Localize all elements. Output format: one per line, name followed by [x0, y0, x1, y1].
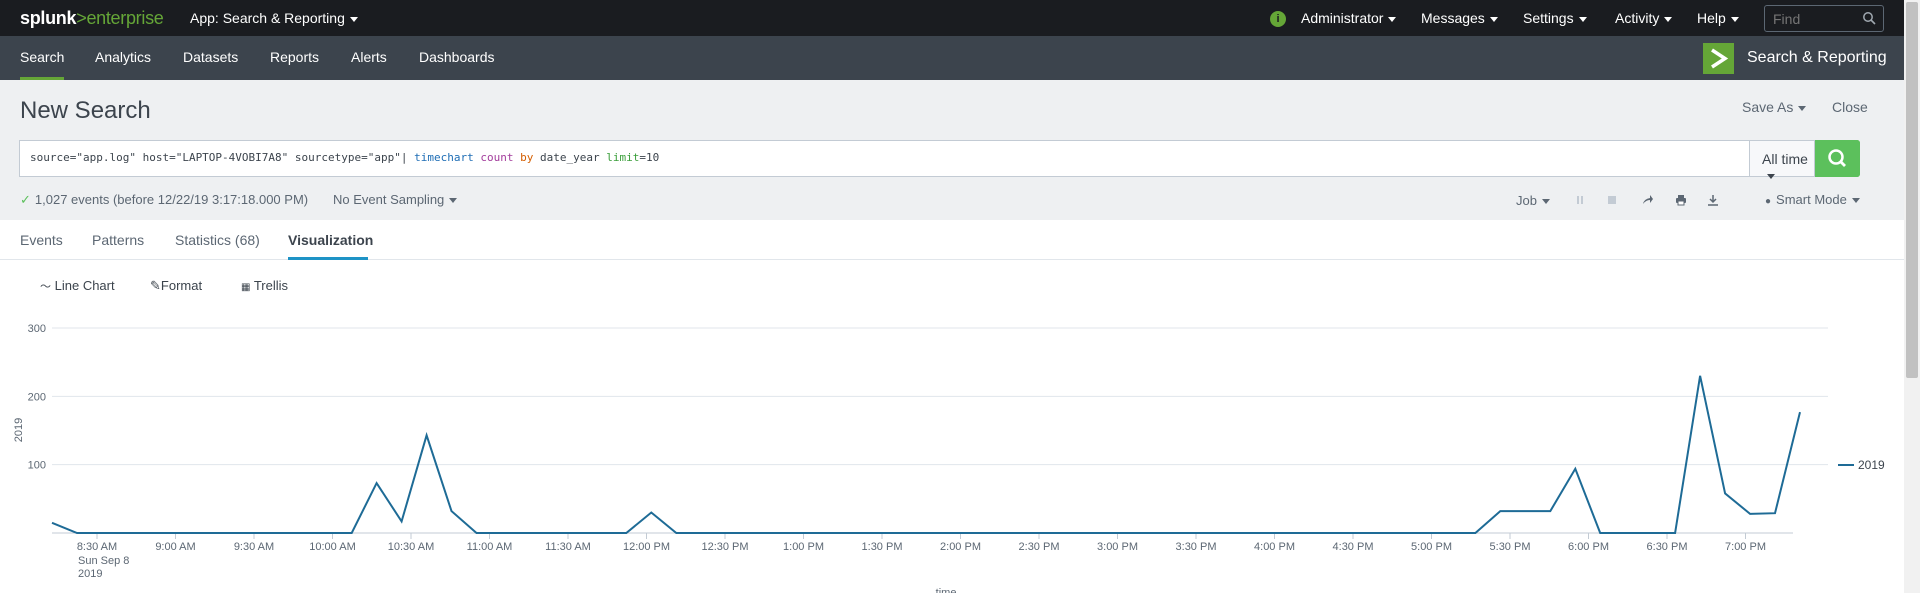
x-tick-label-19: 6:00 PM [1568, 541, 1609, 553]
x-tick-label-10: 1:30 PM [862, 541, 903, 553]
y-tick-label-2: 300 [28, 323, 46, 335]
x-tick-label-20: 6:30 PM [1647, 541, 1688, 553]
x-tick-label-15: 4:00 PM [1254, 541, 1295, 553]
y-tick-label-0: 100 [28, 460, 46, 472]
messages-menu[interactable]: Messages [1421, 10, 1498, 26]
x-tick-label-8: 12:30 PM [701, 541, 748, 553]
x-tick-label-14: 3:30 PM [1176, 541, 1217, 553]
help-menu[interactable]: Help [1697, 10, 1739, 26]
chevron-down-icon [1664, 16, 1673, 22]
tab-visualization[interactable]: Visualization [288, 232, 373, 248]
nav-alerts[interactable]: Alerts [351, 49, 387, 65]
close-button[interactable]: Close [1832, 99, 1868, 115]
x-tick-label-16: 4:30 PM [1333, 541, 1374, 553]
tab-patterns[interactable]: Patterns [92, 232, 144, 248]
chevron-down-icon [1767, 173, 1775, 179]
share-icon[interactable] [1642, 194, 1654, 206]
lightbulb-icon: ● [1765, 196, 1772, 207]
settings-menu[interactable]: Settings [1523, 10, 1587, 26]
x-axis-label: _time [929, 587, 957, 593]
y-axis-label: 2019 [13, 418, 25, 442]
x-tick-label-2: 9:30 AM [234, 541, 274, 553]
global-bar: splunk>enterprise App: Search & Reportin… [0, 0, 1904, 36]
export-icon[interactable] [1707, 194, 1719, 206]
search-input[interactable]: source="app.log" host="LAPTOP-4VOBI7A8" … [19, 140, 1750, 177]
chevron-down-icon [1489, 16, 1498, 22]
event-count-status: ✓ 1,027 events (before 12/22/19 3:17:18.0… [20, 192, 309, 207]
x-tick-label-4: 10:30 AM [388, 541, 434, 553]
x-tick-label-21: 7:00 PM [1725, 541, 1766, 553]
app-title: Search & Reporting [1747, 49, 1887, 66]
line-chart: 100 200 300 2019 8:30 AM 9:00 AM 9:30 AM 10:00 … [13, 323, 1885, 593]
chevron-down-icon [1578, 16, 1587, 22]
x-date-label-0: Sun Sep 8 [78, 555, 129, 567]
chart-type-button[interactable]: 〜 Line Chart [40, 278, 115, 294]
pencil-icon: ✎ [150, 278, 161, 293]
active-tab-indicator [288, 257, 368, 260]
chevron-down-icon [449, 198, 458, 204]
nav-analytics[interactable]: Analytics [95, 49, 151, 65]
print-icon[interactable] [1675, 194, 1687, 206]
x-tick-label-11: 2:00 PM [940, 541, 981, 553]
checkmark-icon: ✓ [20, 192, 31, 207]
series-line-0 [51, 375, 1801, 534]
search-reporting-app-icon [1703, 43, 1734, 74]
line-chart-icon: 〜 [40, 281, 51, 293]
x-tick-label-18: 5:30 PM [1490, 541, 1531, 553]
x-tick-label-13: 3:00 PM [1097, 541, 1138, 553]
search-button[interactable] [1815, 140, 1860, 177]
time-range-picker[interactable]: All time [1750, 140, 1815, 179]
chevron-down-icon [1541, 199, 1550, 205]
pause-icon[interactable] [1574, 194, 1586, 206]
x-tick-label-17: 5:00 PM [1411, 541, 1452, 553]
chevron-down-icon [1388, 16, 1397, 22]
activity-menu[interactable]: Activity [1615, 10, 1673, 26]
x-tick-label-9: 1:00 PM [783, 541, 824, 553]
trellis-button[interactable]: ▦ Trellis [241, 278, 288, 293]
splunk-logo[interactable]: splunk>enterprise [20, 8, 164, 29]
chevron-down-icon [1851, 198, 1860, 204]
search-mode-dropdown[interactable]: ● Smart Mode [1765, 192, 1860, 207]
job-menu[interactable]: Job [1516, 193, 1550, 208]
results-tabs [0, 220, 1904, 260]
x-date-label-1: 2019 [78, 568, 102, 580]
x-tick-label-0: 8:30 AM [77, 541, 117, 553]
administrator-menu[interactable]: Administrator [1301, 10, 1397, 26]
x-tick-label-5: 11:00 AM [467, 541, 513, 553]
legend-label-0: 2019 [1858, 458, 1885, 472]
x-tick-label-3: 10:00 AM [309, 541, 355, 553]
search-icon[interactable] [1862, 11, 1876, 25]
nav-reports[interactable]: Reports [270, 49, 319, 65]
tab-statistics[interactable]: Statistics (68) [175, 232, 260, 248]
search-query[interactable]: source="app.log" host="LAPTOP-4VOBI7A8" … [30, 151, 659, 164]
page-title: New Search [20, 97, 151, 124]
format-button[interactable]: ✎Format [150, 278, 202, 294]
nav-dashboards[interactable]: Dashboards [419, 49, 495, 65]
x-tick-label-6: 11:30 AM [545, 541, 591, 553]
info-icon[interactable]: i [1270, 11, 1286, 27]
grid-icon: ▦ [241, 282, 251, 293]
scrollbar-thumb[interactable] [1906, 2, 1918, 378]
event-sampling-dropdown[interactable]: No Event Sampling [333, 192, 458, 207]
nav-datasets[interactable]: Datasets [183, 49, 238, 65]
chevron-down-icon [1798, 105, 1807, 111]
app-menu-label: App: Search & Reporting [190, 10, 345, 26]
nav-search[interactable]: Search [20, 49, 64, 65]
y-tick-label-1: 200 [28, 391, 46, 403]
chevron-down-icon [349, 16, 358, 22]
stop-icon[interactable] [1606, 194, 1618, 206]
chevron-down-icon [1730, 16, 1739, 22]
x-tick-label-7: 12:00 PM [623, 541, 670, 553]
save-as-button[interactable]: Save As [1742, 99, 1807, 115]
tab-events[interactable]: Events [20, 232, 63, 248]
x-tick-label-1: 9:00 AM [155, 541, 195, 553]
app-menu[interactable]: App: Search & Reporting [190, 10, 358, 26]
x-tick-label-12: 2:30 PM [1019, 541, 1060, 553]
